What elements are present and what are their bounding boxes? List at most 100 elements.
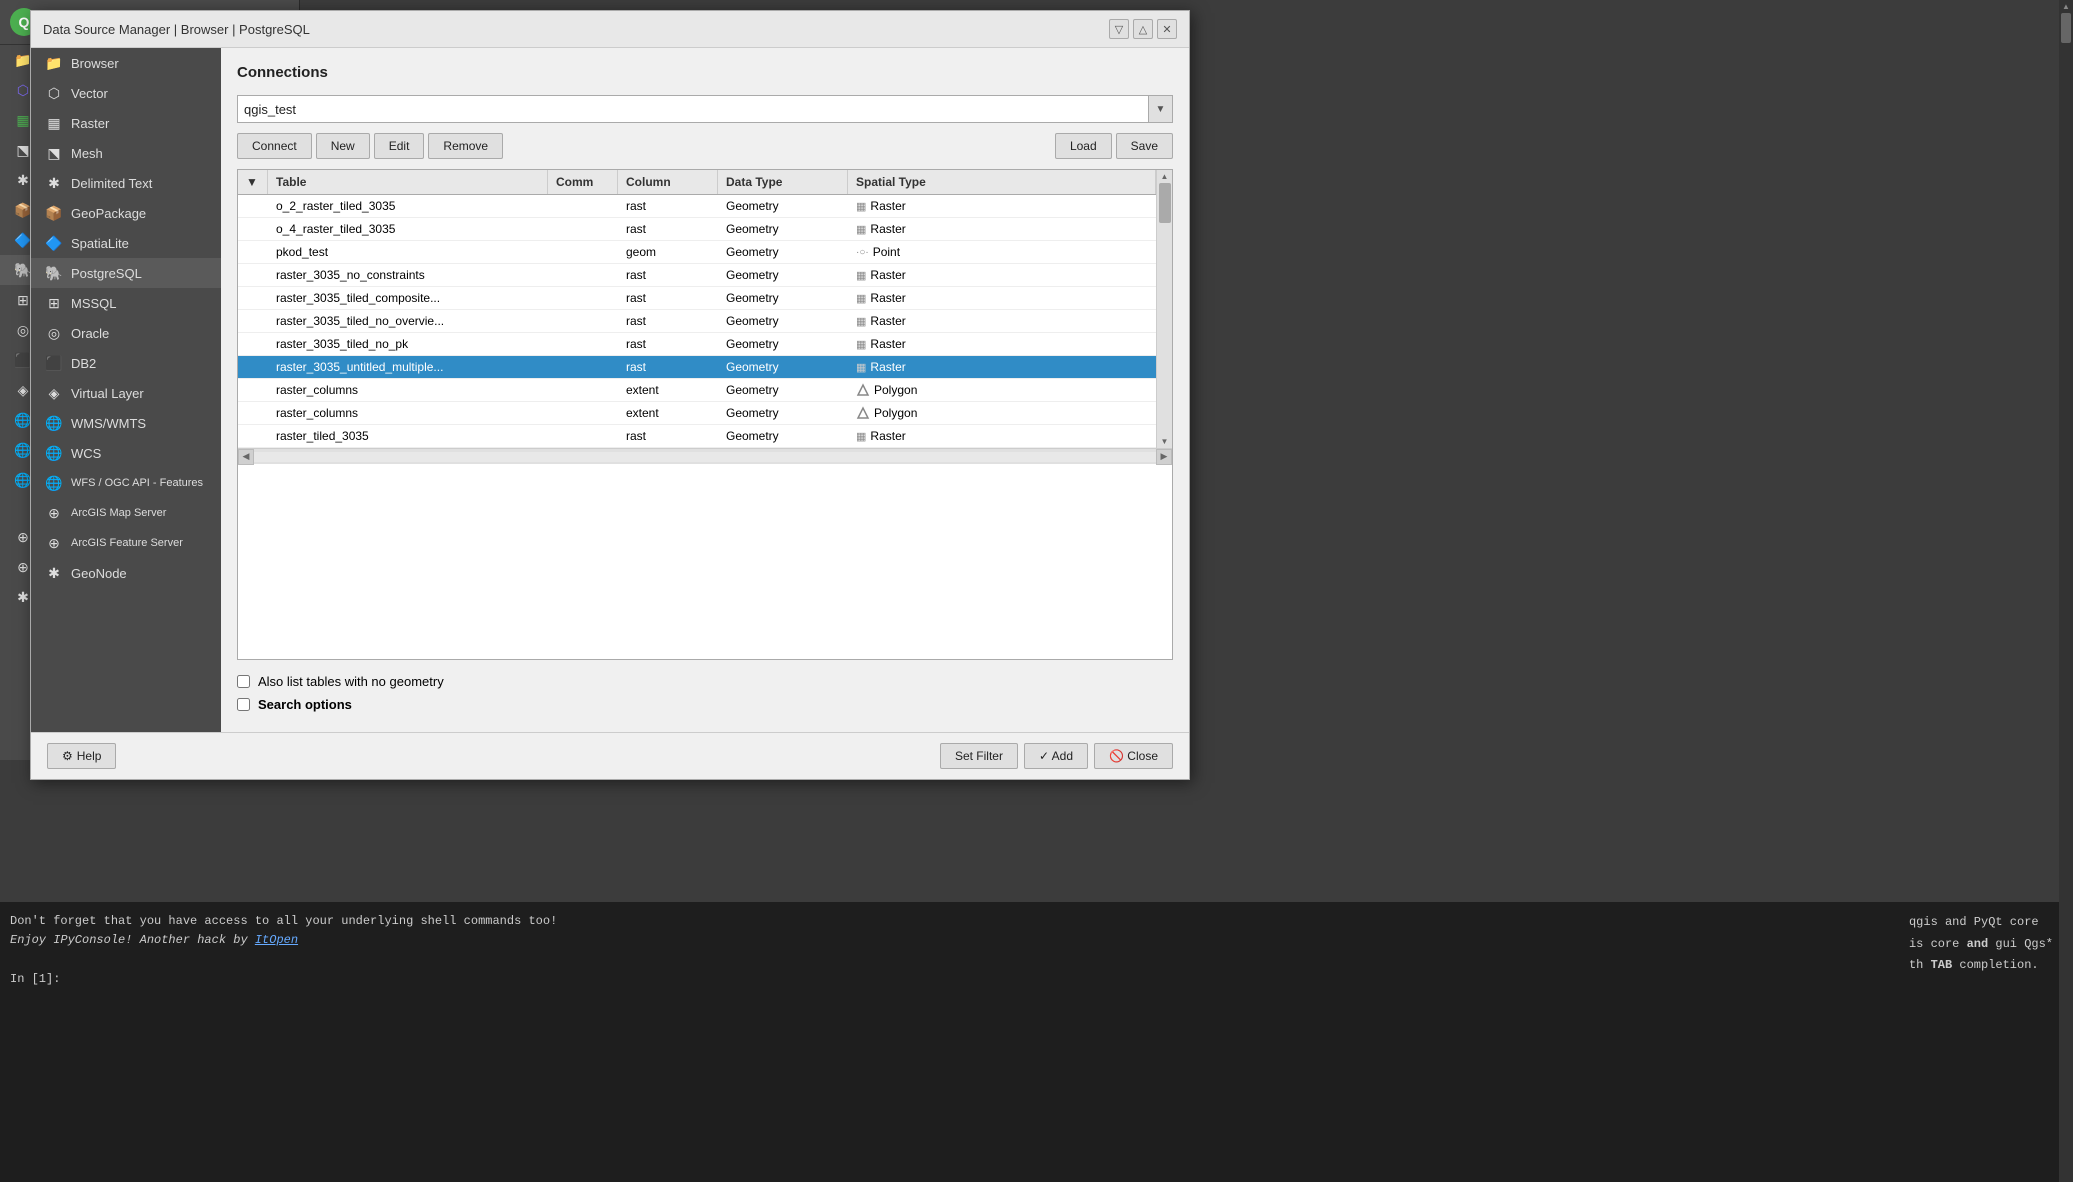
sidebar-label: ArcGIS Map Server [71,507,166,519]
also-list-tables-row: Also list tables with no geometry [237,674,1173,689]
dialog-sidebar-delimited[interactable]: ✱ Delimited Text [31,168,221,198]
maximize-button[interactable]: △ [1133,19,1153,39]
dialog-sidebar-oracle[interactable]: ◎ Oracle [31,318,221,348]
sidebar-label: Virtual Layer [71,386,144,401]
dialog-sidebar-browser[interactable]: 📁 Browser [31,48,221,78]
edit-button[interactable]: Edit [374,133,425,159]
row-column: extent [618,402,718,424]
row-comment [548,264,618,286]
dialog-sidebar-geonode[interactable]: ✱ GeoNode [31,558,221,588]
header-data-type[interactable]: Data Type [718,170,848,194]
header-comment[interactable]: Comm [548,170,618,194]
close-dialog-button[interactable]: ✕ [1157,19,1177,39]
dialog-sidebar-arcgis-feature[interactable]: ⊕ ArcGIS Feature Server [31,528,221,558]
table-row[interactable]: raster_3035_tiled_composite... rast Geom… [238,287,1156,310]
side-text-2: is core and gui Qgs* [1909,937,2053,951]
row-comment [548,402,618,424]
dialog-sidebar-arcgis-map[interactable]: ⊕ ArcGIS Map Server [31,498,221,528]
row-spatial-type: ▦ Raster [848,356,1156,378]
close-button[interactable]: 🚫 Close [1094,743,1173,769]
raster-type-icon: ▦ [856,223,866,236]
row-spatial-type: ▦ Raster [848,287,1156,309]
table-row[interactable]: raster_columns extent Geometry Polygon [238,379,1156,402]
dropdown-arrow-button[interactable]: ▼ [1149,95,1173,123]
sidebar-label: WFS / OGC API - Features [71,477,203,489]
dialog-sidebar-geopackage[interactable]: 📦 GeoPackage [31,198,221,228]
comment-col-label: Comm [556,175,593,189]
right-buttons-group: Load Save [1055,133,1173,159]
raster-type-icon: ▦ [856,338,866,351]
remove-button[interactable]: Remove [428,133,503,159]
data-type-col-label: Data Type [726,175,782,189]
dialog-sidebar-db2[interactable]: ⬛ DB2 [31,348,221,378]
dialog-sidebar-raster[interactable]: ▦ Raster [31,108,221,138]
save-button[interactable]: Save [1116,133,1173,159]
table-row[interactable]: pkod_test geom Geometry ·○· Point [238,241,1156,264]
main-scroll-thumb[interactable] [2061,13,2071,43]
dialog-sidebar-wfs[interactable]: 🌐 WFS / OGC API - Features [31,468,221,498]
dialog-sidebar-vector[interactable]: ⬡ Vector [31,78,221,108]
vertical-scrollbar[interactable]: ▲ ▼ [1156,170,1172,448]
console-line-1: Don't forget that you have access to all… [10,914,557,928]
sidebar-label: PostgreSQL [71,266,142,281]
horizontal-scrollbar[interactable]: ◀ ▶ [238,448,1172,464]
h-scrollbar-track[interactable] [254,452,1156,462]
table-row[interactable]: raster_3035_tiled_no_pk rast Geometry ▦ … [238,333,1156,356]
dialog-main-content: Connections qgis_test ▼ Connect New Edit… [221,48,1189,732]
table-row-selected[interactable]: raster_3035_untitled_multiple... rast Ge… [238,356,1156,379]
side-text-3: th TAB completion. [1909,958,2039,972]
header-filter[interactable]: ▼ [238,170,268,194]
header-table[interactable]: Table [268,170,548,194]
help-button[interactable]: ⚙ Help [47,743,116,769]
dialog-sidebar-wcs[interactable]: 🌐 WCS [31,438,221,468]
sidebar-label: GeoPackage [71,206,146,221]
spatial-type-col-label: Spatial Type [856,175,926,189]
scroll-up-arrow[interactable]: ▲ [1161,172,1169,181]
header-column[interactable]: Column [618,170,718,194]
connect-button[interactable]: Connect [237,133,312,159]
connections-dropdown[interactable]: qgis_test [237,95,1149,123]
dialog-sidebar-mesh[interactable]: ⬔ Mesh [31,138,221,168]
raster-icon: ▦ [45,114,63,132]
row-table-name: raster_3035_tiled_no_pk [268,333,548,355]
dialog-sidebar-spatialite[interactable]: 🔷 SpatiaLite [31,228,221,258]
sidebar-label: WMS/WMTS [71,416,146,431]
minimize-button[interactable]: ▽ [1109,19,1129,39]
side-text-1: qgis and PyQt core [1909,915,2039,929]
itopen-link[interactable]: ItOpen [255,933,298,947]
table-row[interactable]: raster_3035_tiled_no_overvie... rast Geo… [238,310,1156,333]
table-row[interactable]: raster_tiled_3035 rast Geometry ▦ Raster [238,425,1156,448]
row-comment [548,287,618,309]
main-scroll-up[interactable]: ▲ [2059,0,2073,11]
add-button[interactable]: ✓ Add [1024,743,1088,769]
set-filter-button[interactable]: Set Filter [940,743,1018,769]
mesh-icon: ⬔ [45,144,63,162]
sidebar-label: Vector [71,86,108,101]
header-spatial-type[interactable]: Spatial Type [848,170,1156,194]
wcs-icon: 🌐 [45,444,63,462]
dialog-sidebar-virtual[interactable]: ◈ Virtual Layer [31,378,221,408]
search-options-checkbox[interactable] [237,698,250,711]
load-button[interactable]: Load [1055,133,1112,159]
table-row[interactable]: raster_3035_no_constraints rast Geometry… [238,264,1156,287]
scroll-thumb[interactable] [1159,183,1171,223]
sidebar-label: GeoNode [71,566,127,581]
dialog-sidebar-wms[interactable]: 🌐 WMS/WMTS [31,408,221,438]
row-comment [548,310,618,332]
new-button[interactable]: New [316,133,370,159]
search-options-row: Search options [237,697,1173,712]
table-row[interactable]: o_2_raster_tiled_3035 rast Geometry ▦ Ra… [238,195,1156,218]
scroll-left-arrow[interactable]: ◀ [238,449,254,465]
table-row[interactable]: o_4_raster_tiled_3035 rast Geometry ▦ Ra… [238,218,1156,241]
scroll-down-arrow[interactable]: ▼ [1161,437,1169,446]
sidebar-label: MSSQL [71,296,117,311]
scroll-right-arrow[interactable]: ▶ [1156,449,1172,465]
table-row[interactable]: raster_columns extent Geometry Polygon [238,402,1156,425]
dialog-sidebar-postgresql[interactable]: 🐘 PostgreSQL [31,258,221,288]
dialog-sidebar-mssql[interactable]: ⊞ MSSQL [31,288,221,318]
row-column: extent [618,379,718,401]
also-list-tables-checkbox[interactable] [237,675,250,688]
table-inner: ▼ Table Comm Column [238,170,1156,448]
main-scrollbar[interactable]: ▲ [2059,0,2073,1182]
sidebar-label: Delimited Text [71,176,152,191]
